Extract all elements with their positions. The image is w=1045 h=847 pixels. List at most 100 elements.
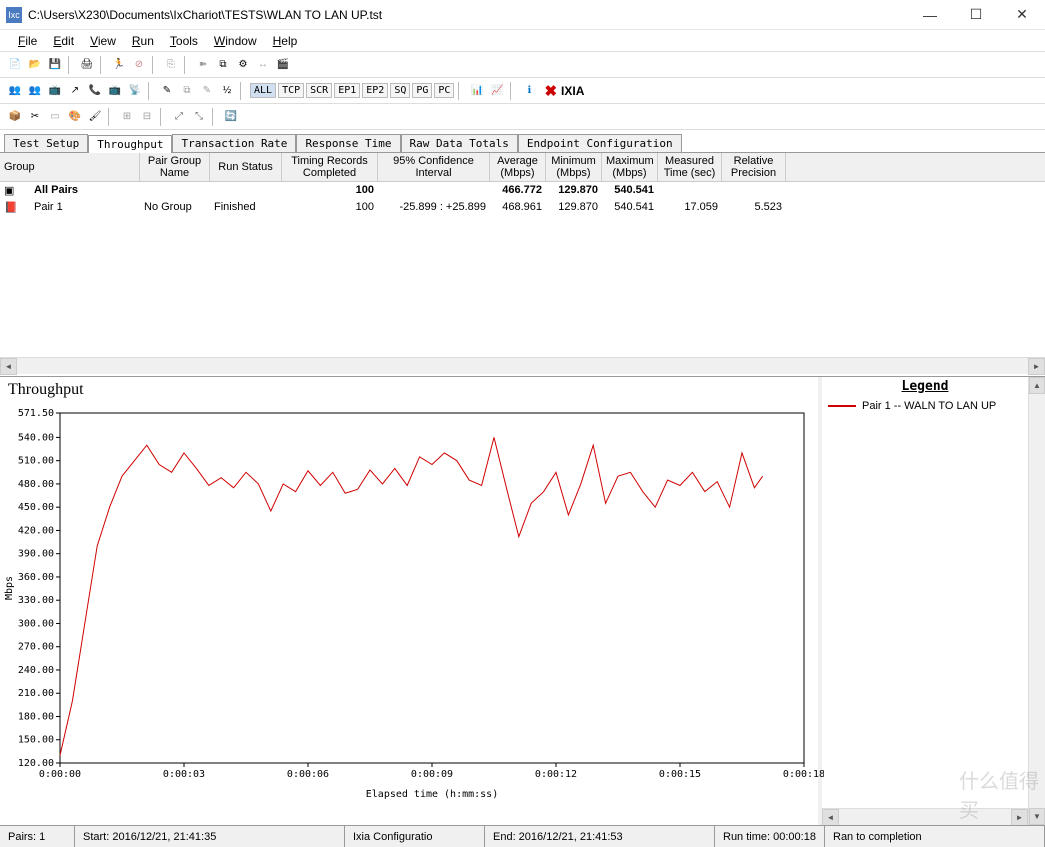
replicate-icon[interactable]: ⧉ xyxy=(214,56,232,74)
filter-scr[interactable]: SCR xyxy=(306,83,332,98)
select-icon[interactable]: ▭ xyxy=(46,108,64,126)
pair-icon[interactable]: 👥 xyxy=(6,82,24,100)
cell: Pair 1 xyxy=(30,200,140,215)
svg-text:210.00: 210.00 xyxy=(18,688,54,699)
stop-icon[interactable]: ⊘ xyxy=(130,56,148,74)
refresh-icon[interactable]: 🔄 xyxy=(222,108,240,126)
zoom-icon[interactable]: ⤢ xyxy=(170,108,188,126)
run-icon[interactable]: 🏃 xyxy=(110,56,128,74)
tab-throughput[interactable]: Throughput xyxy=(88,135,172,153)
hw-pair-icon[interactable]: 📺 xyxy=(46,82,64,100)
save-icon[interactable]: 💾 xyxy=(46,56,64,74)
filter-all[interactable]: ALL xyxy=(250,83,276,98)
window-title: C:\Users\X230\Documents\IxChariot\TESTS\… xyxy=(28,8,907,22)
multi-pair-icon[interactable]: 👥 xyxy=(26,82,44,100)
edit2-icon[interactable]: ✎ xyxy=(198,82,216,100)
maximize-button[interactable]: ☐ xyxy=(953,0,999,30)
scroll-right-icon[interactable]: ► xyxy=(1028,358,1045,375)
video-pair-icon[interactable]: 📺 xyxy=(106,82,124,100)
filter-ep1[interactable]: EP1 xyxy=(334,83,360,98)
chart-icon[interactable]: 📈 xyxy=(488,82,506,100)
tab-raw-data-totals[interactable]: Raw Data Totals xyxy=(401,134,518,152)
fit-icon[interactable]: ⤡ xyxy=(190,108,208,126)
col-header[interactable]: Average(Mbps) xyxy=(490,153,546,181)
menu-window[interactable]: Window xyxy=(206,32,265,50)
endpoints-icon[interactable]: ⚙ xyxy=(234,56,252,74)
status-bar: Pairs: 1 Start: 2016/12/21, 21:41:35 Ixi… xyxy=(0,825,1045,847)
col-header[interactable]: Pair GroupName xyxy=(140,153,210,181)
table-row[interactable]: 📕 Pair 1No GroupFinished100-25.899 : +25… xyxy=(0,199,1045,216)
voip-icon[interactable]: 📞 xyxy=(86,82,104,100)
scroll-right-icon[interactable]: ► xyxy=(1011,809,1028,825)
replicate2-icon[interactable]: ⧉ xyxy=(178,82,196,100)
col-header[interactable]: Run Status xyxy=(210,153,282,181)
group-icon[interactable]: 📦 xyxy=(6,108,24,126)
filter-ep2[interactable]: EP2 xyxy=(362,83,388,98)
menu-bar: FileEditViewRunToolsWindowHelp xyxy=(0,30,1045,52)
col-header[interactable]: Group xyxy=(0,153,140,181)
menu-view[interactable]: View xyxy=(82,32,124,50)
tab-response-time[interactable]: Response Time xyxy=(296,134,400,152)
close-button[interactable]: ✕ xyxy=(999,0,1045,30)
table-row[interactable]: ▣All Pairs100466.772129.870540.541 xyxy=(0,182,1045,199)
video-icon[interactable]: 🎬 xyxy=(274,56,292,74)
expand-icon[interactable]: ⊞ xyxy=(118,108,136,126)
svg-text:300.00: 300.00 xyxy=(18,619,54,630)
menu-tools[interactable]: Tools xyxy=(162,32,206,50)
col-header[interactable]: Minimum(Mbps) xyxy=(546,153,602,181)
menu-edit[interactable]: Edit xyxy=(45,32,82,50)
filter-pc[interactable]: PC xyxy=(434,83,454,98)
ixia-logo: ✖IXIA xyxy=(544,82,584,100)
filter-sq[interactable]: SQ xyxy=(390,83,410,98)
cell: 129.870 xyxy=(546,183,602,198)
info-icon[interactable]: ℹ xyxy=(520,82,538,100)
cell xyxy=(140,183,210,198)
scroll-left-icon[interactable]: ◄ xyxy=(822,809,839,825)
collapse-icon[interactable]: ⊟ xyxy=(138,108,156,126)
edit-icon[interactable]: ✎ xyxy=(158,82,176,100)
scroll-up-icon[interactable]: ▲ xyxy=(1029,377,1045,394)
results-grid: GroupPair GroupNameRun StatusTiming Reco… xyxy=(0,152,1045,374)
menu-run[interactable]: Run xyxy=(124,32,162,50)
next-icon[interactable]: ➽ xyxy=(194,56,212,74)
cell: 100 xyxy=(282,183,378,198)
svg-text:450.00: 450.00 xyxy=(18,502,54,513)
scroll-down-icon[interactable]: ▼ xyxy=(1029,808,1045,825)
export-icon[interactable]: 📊 xyxy=(468,82,486,100)
status-start: Start: 2016/12/21, 21:41:35 xyxy=(75,826,345,847)
col-header[interactable]: 95% ConfidenceInterval xyxy=(378,153,490,181)
ungroup-icon[interactable]: ✂ xyxy=(26,108,44,126)
status-pairs: Pairs: 1 xyxy=(0,826,75,847)
minimize-button[interactable]: — xyxy=(907,0,953,30)
legend-vscroll[interactable]: ▲ ▼ xyxy=(1028,377,1045,825)
iptv-icon[interactable]: 📡 xyxy=(126,82,144,100)
col-header[interactable]: Timing RecordsCompleted xyxy=(282,153,378,181)
col-header[interactable]: Maximum(Mbps) xyxy=(602,153,658,181)
tab-test-setup[interactable]: Test Setup xyxy=(4,134,88,152)
legend-hscroll[interactable]: ◄ ► xyxy=(822,808,1028,825)
print-icon[interactable]: 🖨 xyxy=(78,56,96,74)
open-icon[interactable]: 📂 xyxy=(26,56,44,74)
tab-transaction-rate[interactable]: Transaction Rate xyxy=(172,134,296,152)
arrow-icon[interactable]: ↗ xyxy=(66,82,84,100)
new-icon[interactable]: 📄 xyxy=(6,56,24,74)
prop-icon[interactable]: 🖌 xyxy=(86,108,104,126)
tab-endpoint-configuration[interactable]: Endpoint Configuration xyxy=(518,134,682,152)
legend-item[interactable]: Pair 1 -- WALN TO LAN UP xyxy=(822,396,1028,416)
copy-icon[interactable]: ⎘ xyxy=(162,56,180,74)
grid-body[interactable]: ▣All Pairs100466.772129.870540.541📕 Pair… xyxy=(0,182,1045,357)
filter-pg[interactable]: PG xyxy=(412,83,432,98)
sort-icon[interactable]: ½ xyxy=(218,82,236,100)
menu-file[interactable]: File xyxy=(10,32,45,50)
col-header[interactable]: RelativePrecision xyxy=(722,153,786,181)
col-header[interactable]: MeasuredTime (sec) xyxy=(658,153,722,181)
filter-tcp[interactable]: TCP xyxy=(278,83,304,98)
svg-text:0:00:18: 0:00:18 xyxy=(783,769,824,780)
swap-icon[interactable]: ↔ xyxy=(254,56,272,74)
cell: 5.523 xyxy=(722,200,786,215)
svg-text:270.00: 270.00 xyxy=(18,642,54,653)
scroll-left-icon[interactable]: ◄ xyxy=(0,358,17,375)
horizontal-scrollbar[interactable]: ◄ ► xyxy=(0,357,1045,374)
menu-help[interactable]: Help xyxy=(265,32,306,50)
move-icon[interactable]: 🎨 xyxy=(66,108,84,126)
